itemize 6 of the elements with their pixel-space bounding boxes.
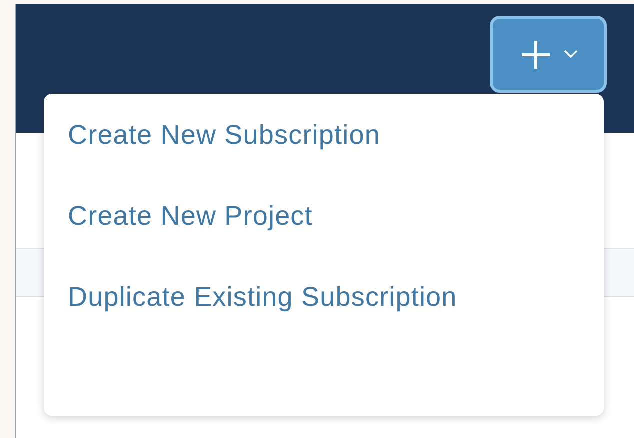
menu-item[interactable]: Duplicate Existing Subscription [68, 278, 458, 316]
menu-item[interactable]: Create New Project [68, 197, 313, 235]
add-button[interactable] [490, 16, 607, 93]
menu-item[interactable]: Create New Subscription [68, 116, 380, 154]
chevron-down-icon [564, 50, 578, 59]
plus-icon [520, 38, 552, 70]
